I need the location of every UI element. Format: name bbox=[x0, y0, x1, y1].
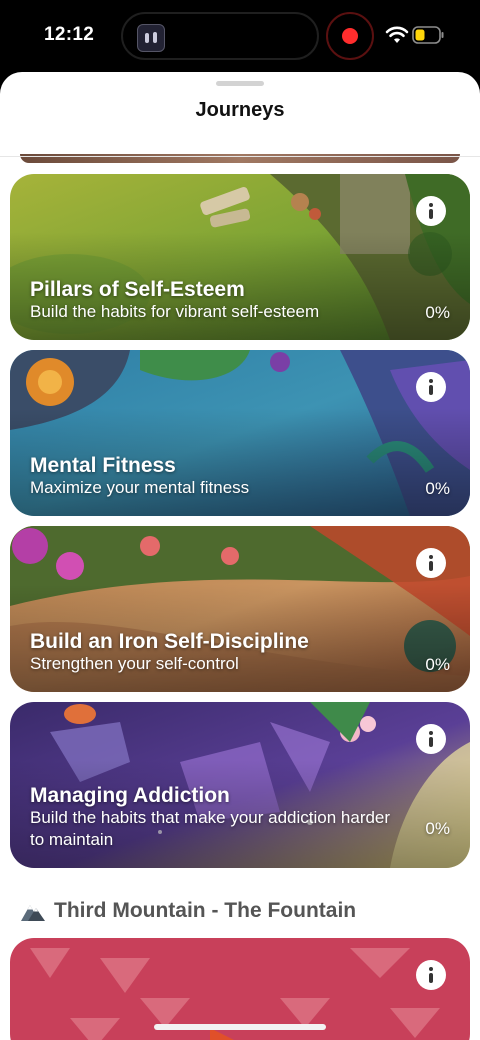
section-title: Third Mountain - The Fountain bbox=[54, 899, 357, 922]
card-progress: 0% bbox=[425, 819, 450, 838]
card-subtitle: Build the habits for vibrant self-esteem bbox=[30, 302, 320, 321]
header-divider bbox=[0, 156, 480, 157]
battery-icon bbox=[412, 26, 444, 44]
card-subtitle: Strengthen your self-control bbox=[30, 654, 239, 673]
home-indicator[interactable] bbox=[154, 1024, 326, 1030]
status-bar: 12:12 bbox=[0, 0, 480, 72]
card-subtitle: Maximize your mental fitness bbox=[30, 478, 250, 497]
info-icon[interactable] bbox=[416, 196, 446, 226]
info-icon[interactable] bbox=[416, 548, 446, 578]
card-progress: 0% bbox=[425, 303, 450, 322]
card-subtitle: Build the habits that make your addictio… bbox=[30, 808, 391, 849]
card-progress: 0% bbox=[425, 655, 450, 674]
record-dot-icon bbox=[342, 28, 358, 44]
card-title: Build an Iron Self-Discipline bbox=[30, 630, 309, 653]
journey-card-mental-fitness[interactable]: Mental Fitness Maximize your mental fitn… bbox=[10, 350, 470, 516]
section-header: Third Mountain - The Fountain bbox=[20, 897, 356, 925]
dynamic-island[interactable] bbox=[121, 12, 319, 60]
info-icon[interactable] bbox=[416, 960, 446, 990]
info-icon[interactable] bbox=[416, 724, 446, 754]
page-title: Journeys bbox=[195, 99, 285, 121]
now-playing-thumbnail[interactable] bbox=[137, 24, 165, 52]
wifi-icon bbox=[385, 26, 409, 43]
card-title: Managing Addiction bbox=[30, 784, 230, 807]
journeys-sheet: Journeys Pillars of Self-Esteem Build th… bbox=[0, 72, 480, 1040]
card-progress: 0% bbox=[425, 479, 450, 498]
info-icon[interactable] bbox=[416, 372, 446, 402]
journey-card-iron-self-discipline[interactable]: Build an Iron Self-Discipline Strengthen… bbox=[10, 526, 470, 692]
journey-card-pillars-of-self-esteem[interactable]: Pillars of Self-Esteem Build the habits … bbox=[10, 174, 470, 340]
status-time: 12:12 bbox=[44, 24, 95, 45]
card-title: Pillars of Self-Esteem bbox=[30, 278, 245, 301]
sheet-grabber[interactable] bbox=[216, 81, 264, 86]
mountain-icon bbox=[21, 905, 45, 921]
card-title: Mental Fitness bbox=[30, 454, 176, 477]
journey-card-managing-addiction[interactable]: Managing Addiction Build the habits that… bbox=[10, 702, 470, 868]
screen-recording-indicator[interactable] bbox=[326, 12, 374, 60]
